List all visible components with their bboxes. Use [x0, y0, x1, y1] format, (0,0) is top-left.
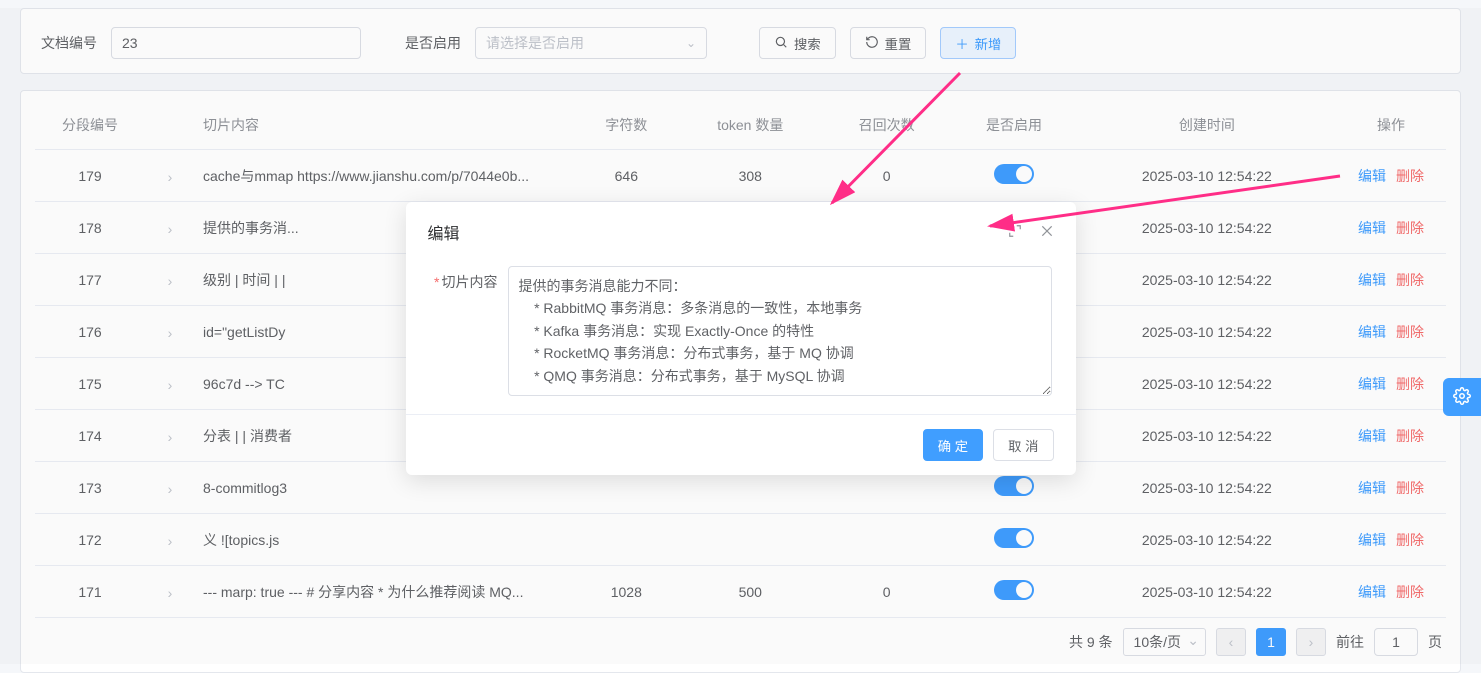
required-asterisk: * — [434, 274, 439, 290]
modal-overlay: 编辑 *切片内容 确 定 取 消 — [0, 8, 1481, 664]
edit-modal: 编辑 *切片内容 确 定 取 消 — [406, 202, 1076, 475]
content-textarea[interactable] — [508, 266, 1052, 396]
close-icon[interactable] — [1040, 224, 1054, 241]
cancel-button[interactable]: 取 消 — [993, 429, 1053, 461]
modal-body: *切片内容 — [406, 262, 1076, 414]
fullscreen-icon[interactable] — [1008, 224, 1022, 241]
cancel-button-label: 取 消 — [1008, 436, 1038, 455]
field-label-wrap: *切片内容 — [430, 266, 508, 396]
modal-title: 编辑 — [428, 220, 460, 244]
confirm-button[interactable]: 确 定 — [923, 429, 983, 461]
gear-icon — [1453, 387, 1471, 408]
field-label: 切片内容 — [442, 274, 498, 290]
settings-fab[interactable] — [1443, 378, 1481, 416]
modal-header: 编辑 — [406, 202, 1076, 262]
modal-footer: 确 定 取 消 — [406, 414, 1076, 475]
confirm-button-label: 确 定 — [938, 436, 968, 455]
